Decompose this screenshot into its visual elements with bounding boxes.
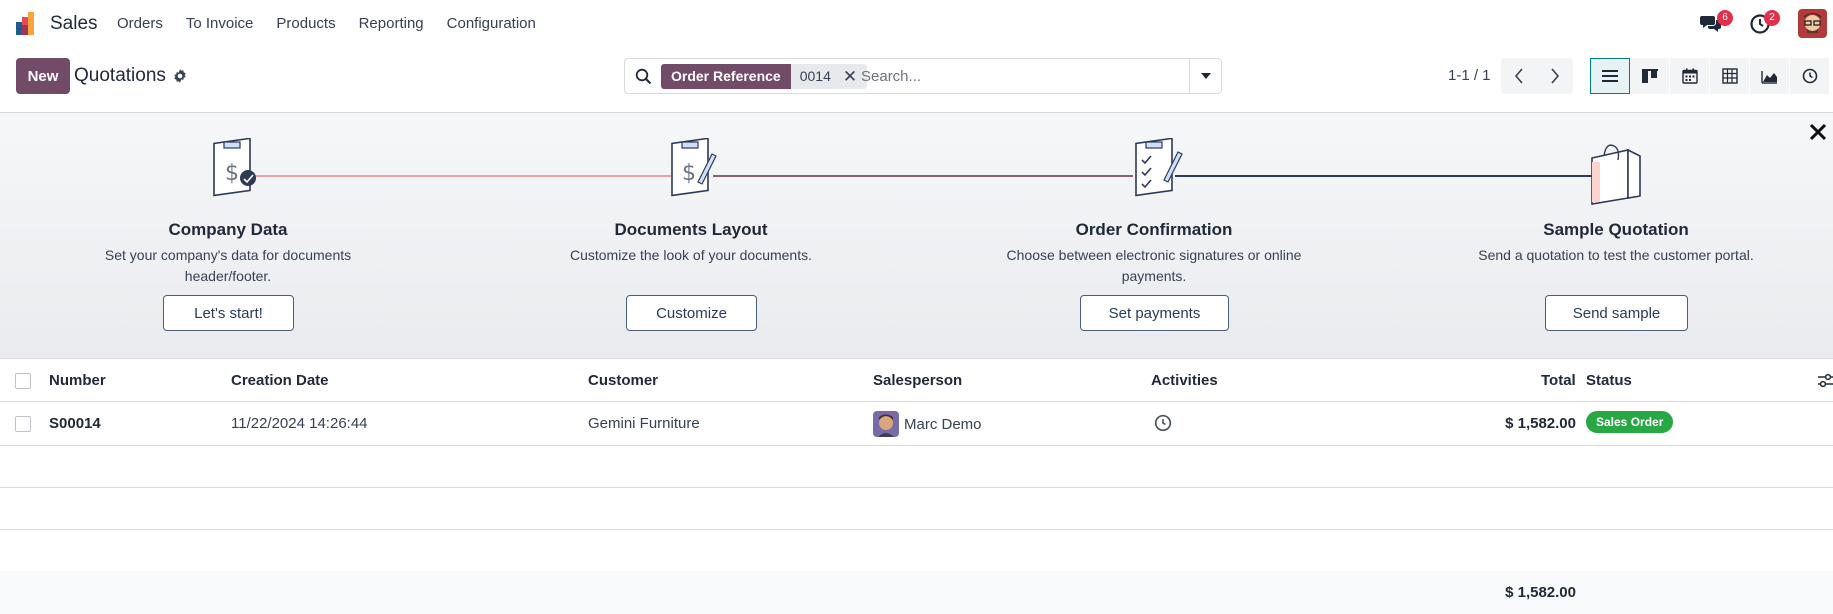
footer-total: $ 1,582.00 xyxy=(1505,584,1576,601)
list-view-icon xyxy=(1602,70,1618,82)
pager-previous-button[interactable] xyxy=(1501,58,1537,94)
step-description: Set your company's data for documents he… xyxy=(104,247,352,284)
order-total: $ 1,582.00 xyxy=(1505,415,1576,432)
user-avatar[interactable] xyxy=(1798,9,1827,38)
step-title: Sample Quotation xyxy=(1543,220,1689,239)
column-salesperson[interactable]: Salesperson xyxy=(873,372,962,389)
status-badge: Sales Order xyxy=(1586,411,1674,433)
clock-icon xyxy=(1802,68,1817,84)
calendar-icon xyxy=(1681,68,1698,84)
pivot-view-button[interactable] xyxy=(1710,58,1750,94)
lets-start-button[interactable]: Let's start! xyxy=(163,295,294,331)
shopping-bag-illustration xyxy=(1591,144,1641,205)
set-payments-button[interactable]: Set payments xyxy=(1080,295,1229,331)
checklist-illustration xyxy=(1135,138,1183,197)
menu-reporting[interactable]: Reporting xyxy=(359,15,424,32)
column-activities[interactable]: Activities xyxy=(1151,372,1218,389)
order-number: S00014 xyxy=(49,415,101,432)
creation-date: 11/22/2024 14:26:44 xyxy=(231,415,368,432)
column-total[interactable]: Total xyxy=(1541,372,1576,389)
messages-badge: 6 xyxy=(1717,10,1733,26)
column-number[interactable]: Number xyxy=(49,372,106,389)
area-chart-icon xyxy=(1761,70,1777,84)
step-title: Company Data xyxy=(168,220,288,239)
top-navbar: Sales Orders To Invoice Products Reporti… xyxy=(0,0,1833,48)
empty-row xyxy=(0,488,1833,530)
column-status[interactable]: Status xyxy=(1586,372,1632,389)
salesperson-avatar xyxy=(873,411,899,437)
close-icon[interactable] xyxy=(1808,122,1828,142)
list-view-button[interactable] xyxy=(1590,58,1630,94)
main-menu: Orders To Invoice Products Reporting Con… xyxy=(117,15,559,32)
chevron-left-icon xyxy=(1514,68,1523,84)
menu-products[interactable]: Products xyxy=(276,15,335,32)
step-description: Choose between electronic signatures or … xyxy=(1006,247,1302,284)
empty-row xyxy=(0,446,1833,488)
search-options-toggle[interactable] xyxy=(1189,59,1221,93)
facet-value: 0014 xyxy=(799,68,831,84)
row-checkbox[interactable] xyxy=(15,416,31,432)
column-creation-date[interactable]: Creation Date xyxy=(231,372,329,389)
activity-view-button[interactable] xyxy=(1790,58,1830,94)
sales-app-icon[interactable] xyxy=(14,11,40,37)
view-switcher xyxy=(1590,58,1830,94)
progress-line-2 xyxy=(713,175,1133,177)
graph-view-button[interactable] xyxy=(1750,58,1790,94)
menu-configuration[interactable]: Configuration xyxy=(447,15,536,32)
step-description: Customize the look of your documents. xyxy=(569,247,812,263)
facet-label: Order Reference xyxy=(661,64,791,89)
customer-name: Gemini Furniture xyxy=(588,415,700,432)
customize-button[interactable]: Customize xyxy=(626,295,757,331)
pager-value[interactable]: 1-1 / 1 xyxy=(1448,67,1491,84)
search-bar: Order Reference 0014 ✕ xyxy=(624,58,1222,94)
kanban-view-icon xyxy=(1641,69,1658,83)
document-pen-illustration: $ xyxy=(671,138,717,197)
menu-to-invoice[interactable]: To Invoice xyxy=(186,15,254,32)
new-button[interactable]: New xyxy=(16,58,70,94)
column-customer[interactable]: Customer xyxy=(588,372,658,389)
send-sample-button[interactable]: Send sample xyxy=(1545,295,1688,331)
svg-text:$: $ xyxy=(225,161,239,186)
progress-line-3 xyxy=(1175,175,1595,177)
activities-badge: 2 xyxy=(1764,10,1780,26)
gear-icon[interactable] xyxy=(172,68,188,84)
pager-next-button[interactable] xyxy=(1537,58,1573,94)
facet-remove-icon[interactable]: ✕ xyxy=(843,64,857,89)
step-title: Order Confirmation xyxy=(1075,220,1233,239)
salesperson-name: Marc Demo xyxy=(904,416,982,433)
search-icon[interactable] xyxy=(635,68,652,85)
svg-text:$: $ xyxy=(682,161,696,186)
table-row[interactable]: S00014 11/22/2024 14:26:44 Gemini Furnit… xyxy=(0,402,1833,446)
empty-row xyxy=(0,530,1833,572)
facet-value-wrap: 0014 ✕ xyxy=(790,64,868,89)
chevron-right-icon xyxy=(1551,68,1560,84)
menu-orders[interactable]: Orders xyxy=(117,15,163,32)
search-facet: Order Reference 0014 ✕ xyxy=(661,64,868,89)
search-input[interactable] xyxy=(861,63,1161,90)
calendar-view-button[interactable] xyxy=(1670,58,1710,94)
caret-down-icon xyxy=(1200,73,1211,79)
pivot-table-icon xyxy=(1721,68,1738,84)
progress-line-1 xyxy=(255,175,675,177)
app-name[interactable]: Sales xyxy=(50,13,98,35)
table-header: Number Creation Date Customer Salesperso… xyxy=(0,358,1833,402)
invoice-clipboard-illustration: $ xyxy=(213,138,256,197)
kanban-view-button[interactable] xyxy=(1630,58,1670,94)
step-description: Send a quotation to test the customer po… xyxy=(1478,247,1754,263)
table-footer: $ 1,582.00 xyxy=(0,571,1833,614)
page-title: Quotations xyxy=(74,65,166,86)
step-title: Documents Layout xyxy=(614,220,768,239)
select-all-checkbox[interactable] xyxy=(15,373,31,389)
activity-clock-icon[interactable] xyxy=(1154,414,1172,432)
sliders-icon[interactable] xyxy=(1818,373,1833,388)
